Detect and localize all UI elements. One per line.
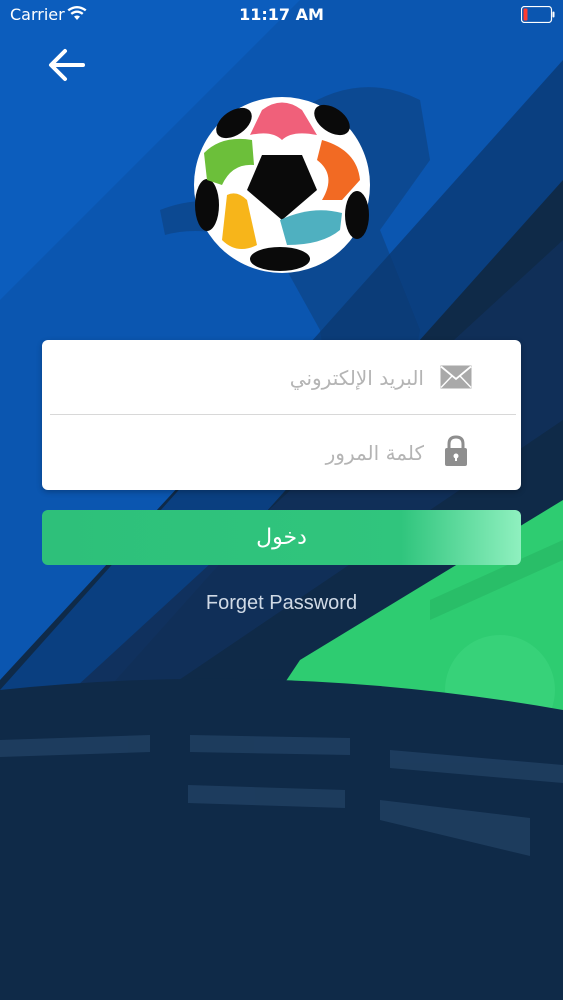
back-button[interactable] bbox=[46, 46, 88, 84]
login-screen: Carrier 11:17 AM البريد الإلكتروني دخول … bbox=[0, 0, 563, 1000]
envelope-icon bbox=[440, 365, 472, 389]
status-time: 11:17 AM bbox=[239, 5, 324, 24]
arrow-left-icon bbox=[49, 49, 85, 81]
email-field-row bbox=[42, 340, 521, 415]
login-button[interactable]: دخول bbox=[42, 510, 521, 565]
password-field-row bbox=[42, 415, 521, 490]
soccer-ball-hands-logo bbox=[194, 97, 370, 273]
login-form bbox=[42, 340, 521, 490]
forget-password-link[interactable]: Forget Password bbox=[0, 592, 563, 615]
lock-icon bbox=[445, 435, 467, 466]
password-input[interactable] bbox=[62, 427, 426, 479]
email-input[interactable] bbox=[62, 352, 426, 404]
status-bar: Carrier 11:17 AM bbox=[0, 0, 563, 30]
battery-low-icon bbox=[521, 6, 555, 23]
